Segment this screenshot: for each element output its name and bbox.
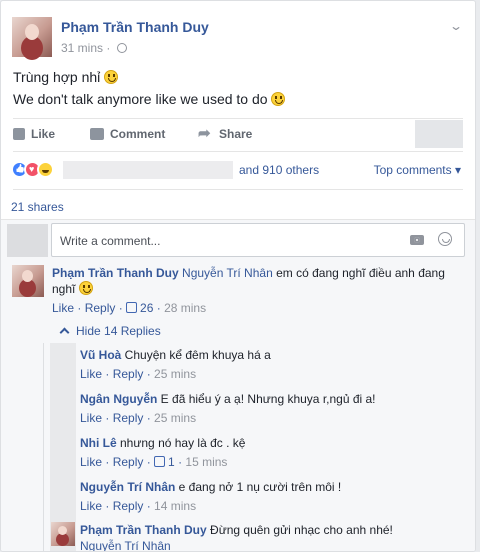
comment-placeholder: Write a comment... [60, 234, 161, 248]
comment-like-link[interactable]: Like [52, 301, 74, 315]
haha-reaction-icon [37, 161, 54, 178]
caret-up-icon [59, 327, 70, 338]
divider [13, 189, 463, 190]
hide-replies-link[interactable]: Hide 14 Replies [59, 324, 161, 338]
author-name[interactable]: Phạm Trần Thanh Duy [61, 19, 209, 35]
reactor-names-redacted [63, 161, 233, 179]
thumbs-up-icon [154, 456, 166, 467]
reply-reply-link[interactable]: Reply [113, 499, 144, 513]
reply-body: Nhi Lê nhưng nó hay là đc . kệ [80, 435, 245, 451]
globe-icon[interactable] [116, 43, 127, 53]
tagged-user[interactable]: Nguyễn Trí Nhân [80, 539, 171, 551]
reply-time[interactable]: 14 mins [154, 499, 196, 513]
divider [13, 151, 463, 152]
smile-emoji-icon [104, 70, 119, 84]
reply-body: Vũ Hoà Chuyện kể đêm khuya há a [80, 347, 271, 363]
share-label: Share [219, 127, 253, 141]
thumbs-up-icon [126, 302, 138, 313]
reply-time[interactable]: 15 mins [185, 455, 227, 469]
reply-actions: Like · Reply · 1 · 15 mins [80, 455, 228, 469]
divider [13, 118, 463, 119]
reply-reply-link[interactable]: Reply [113, 455, 144, 469]
reply-text: E đã hiểu ý a ạ! Nhưng khuya r,ngủ đi a! [157, 392, 376, 406]
reply-actions: Like · Reply · 25 mins [80, 367, 197, 381]
reply-reply-link[interactable]: Reply [113, 411, 144, 425]
reply-actions: Like · Reply · 14 mins [80, 499, 197, 513]
comment-body: Phạm Trần Thanh Duy Nguyễn Trí Nhân em c… [52, 265, 472, 297]
share-icon [198, 124, 213, 142]
reply-like-link[interactable]: Like [80, 411, 102, 425]
reply-author[interactable]: Phạm Trần Thanh Duy [80, 523, 207, 537]
top-comments-dropdown[interactable]: Top comments ▾ [374, 163, 461, 177]
author-avatar[interactable] [12, 17, 52, 57]
comment-label: Comment [110, 127, 166, 141]
reply-like-count[interactable]: 1 [168, 455, 175, 469]
reply-body: Ngân Nguyễn E đã hiểu ý a ạ! Nhưng khuya… [80, 391, 376, 407]
shares-count[interactable]: 21 shares [11, 200, 64, 214]
reply-like-link[interactable]: Like [80, 499, 102, 513]
emoji-picker-icon[interactable] [438, 232, 452, 246]
reply-body: Phạm Trần Thanh Duy Đừng quên gửi nhạc c… [80, 522, 393, 551]
comment-like-count[interactable]: 26 [140, 301, 153, 315]
reply-thread-line [43, 343, 44, 551]
reply-like-link[interactable]: Like [80, 455, 102, 469]
reply-text: e đang nở 1 nụ cười trên môi ! [175, 480, 342, 494]
commenter-avatar[interactable] [12, 265, 44, 297]
post-card: Phạm Trần Thanh Duy 31 mins · ⌄ Trùng hợ… [0, 0, 476, 552]
thumbs-up-icon [13, 128, 25, 140]
comment-button[interactable]: Comment [90, 127, 165, 141]
reply-text: nhưng nó hay là đc . kệ [116, 436, 246, 450]
reply-text: Chuyện kể đêm khuya há a [121, 348, 271, 362]
post-line-1-text: Trùng hợp nhỉ [13, 69, 101, 85]
post-line-2: We don't talk anymore like we used to do [13, 91, 286, 107]
comment-actions: Like · Reply · 26 · 28 mins [52, 301, 207, 315]
reply-avatar[interactable] [51, 522, 75, 546]
reply-actions: Like · Reply · 25 mins [80, 411, 197, 425]
reply-like-link[interactable]: Like [80, 367, 102, 381]
post-line-2-text: We don't talk anymore like we used to do [13, 91, 268, 107]
share-button[interactable]: Share [198, 124, 253, 142]
hide-replies-label: Hide 14 Replies [76, 324, 161, 338]
post-meta: 31 mins · [61, 41, 127, 55]
current-user-avatar [7, 224, 48, 257]
reply-reply-link[interactable]: Reply [113, 367, 144, 381]
reply-text: Đừng quên gửi nhạc cho anh nhé! [206, 523, 393, 537]
chevron-down-icon[interactable]: ⌄ [449, 19, 463, 33]
reply-body: Nguyễn Trí Nhân e đang nở 1 nụ cười trên… [80, 479, 341, 495]
reply-author[interactable]: Ngân Nguyễn [80, 392, 157, 406]
comment-text-cont: nghĩ [52, 282, 76, 296]
redacted-reply-avatars [50, 343, 76, 551]
reactions-summary[interactable] [11, 161, 54, 178]
comment-icon [90, 128, 104, 140]
reactions-others[interactable]: and 910 others [239, 163, 319, 177]
post-time[interactable]: 31 mins [61, 41, 103, 55]
reply-author[interactable]: Nguyễn Trí Nhân [80, 480, 175, 494]
like-label: Like [31, 127, 56, 141]
reply-author[interactable]: Nhi Lê [80, 436, 117, 450]
camera-icon[interactable] [410, 235, 424, 245]
smile-emoji-icon [78, 281, 93, 295]
comment-text: em có đang nghĩ điều anh đang [272, 266, 445, 280]
comment-time[interactable]: 28 mins [164, 301, 206, 315]
smile-emoji-icon [271, 92, 286, 106]
post-line-1: Trùng hợp nhỉ [13, 69, 119, 85]
tagged-user[interactable]: Nguyễn Trí Nhân [182, 266, 273, 280]
meta-separator: · [106, 41, 111, 55]
reply-time[interactable]: 25 mins [154, 367, 196, 381]
like-button[interactable]: Like [13, 127, 55, 141]
comment-input[interactable]: Write a comment... [51, 223, 465, 257]
viewer-thumbnail[interactable] [415, 120, 463, 148]
comment-reply-link[interactable]: Reply [85, 301, 116, 315]
reply-author[interactable]: Vũ Hoà [80, 348, 121, 362]
reply-time[interactable]: 25 mins [154, 411, 196, 425]
commenter-name[interactable]: Phạm Trần Thanh Duy [52, 266, 179, 280]
